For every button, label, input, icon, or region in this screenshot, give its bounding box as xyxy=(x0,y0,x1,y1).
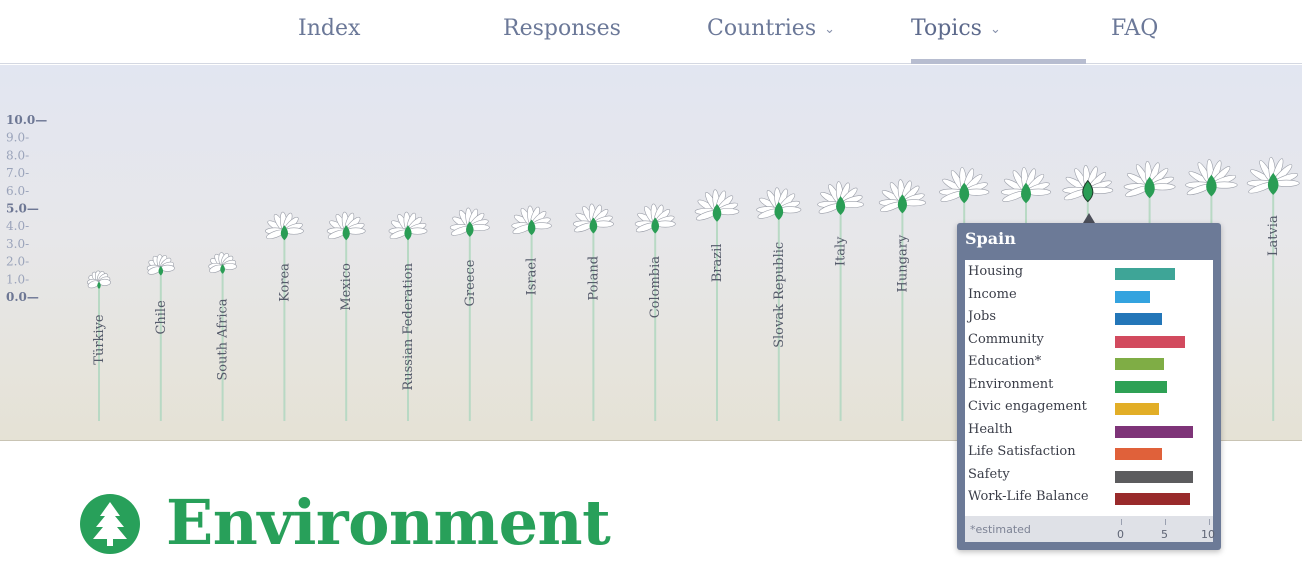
scale-tick xyxy=(1121,519,1122,525)
tooltip-row: Community xyxy=(965,330,1213,352)
tooltip-row: Housing xyxy=(965,262,1213,284)
tooltip-row-label: Housing xyxy=(968,264,1024,279)
tree-icon xyxy=(80,494,140,554)
tooltip-row-label: Education* xyxy=(968,354,1042,369)
tooltip-row-label: Community xyxy=(968,331,1044,347)
tooltip-row: Health xyxy=(965,420,1213,442)
tooltip-row-bar xyxy=(1115,493,1190,505)
nav-faq[interactable]: FAQ xyxy=(1111,16,1158,41)
tooltip-row: Income xyxy=(965,285,1213,307)
tooltip-row: Environment xyxy=(965,375,1213,397)
country-label: Mexico xyxy=(339,263,354,311)
tooltip-row-bar xyxy=(1115,470,1193,483)
y-axis-tick: 1.0- xyxy=(6,272,29,286)
tooltip-row-label: Work-Life Balance xyxy=(968,489,1089,504)
country-label: Colombia xyxy=(648,256,663,319)
scale-label-5: 5 xyxy=(1161,528,1168,541)
tooltip-row-bar xyxy=(1115,358,1164,370)
tooltip-row: Safety xyxy=(965,465,1213,487)
country-label: Chile xyxy=(154,300,169,335)
tooltip-row: Civic engagement xyxy=(965,397,1213,419)
tooltip-row-bar xyxy=(1115,403,1160,415)
y-axis-tick: 10.0— xyxy=(6,113,47,127)
flower-mexico xyxy=(326,211,366,421)
chevron-down-icon: ⌄ xyxy=(989,21,1001,37)
nav-countries[interactable]: Countries ⌄ xyxy=(707,16,835,41)
tooltip-row-bar xyxy=(1115,268,1176,280)
flower-brazil xyxy=(694,189,740,421)
tooltip-row-label: Environment xyxy=(968,376,1054,392)
y-axis-tick: 3.0- xyxy=(6,237,29,251)
country-label: Latvia xyxy=(1266,215,1281,256)
y-axis-tick: 5.0— xyxy=(6,202,39,216)
country-label: Greece xyxy=(463,259,478,306)
tooltip-footer: *estimated 0 5 10 xyxy=(965,516,1215,542)
page-title: Environment xyxy=(166,486,611,559)
y-axis-tick: 8.0- xyxy=(6,148,29,162)
nav-index[interactable]: Index xyxy=(298,16,360,41)
tooltip-row-label: Life Satisfaction xyxy=(968,444,1076,459)
scale-tick xyxy=(1209,519,1210,525)
tooltip-row-label: Civic engagement xyxy=(968,399,1087,414)
tooltip-row-label: Safety xyxy=(968,466,1010,482)
nav-responses-label: Responses xyxy=(503,16,621,41)
flower-latvia xyxy=(1246,156,1300,421)
tooltip-row-label: Health xyxy=(968,421,1013,437)
country-label: Türkiye xyxy=(92,314,107,365)
flower-hungary xyxy=(878,179,926,421)
tooltip-row-label: Income xyxy=(968,286,1017,302)
nav-responses[interactable]: Responses xyxy=(503,16,621,41)
country-label: Hungary xyxy=(895,234,910,292)
tooltip-row: Life Satisfaction xyxy=(965,442,1213,464)
flower-petal xyxy=(98,278,111,286)
flower-israel xyxy=(511,205,552,421)
flower-greece xyxy=(449,207,490,421)
country-label: Italy xyxy=(834,236,849,266)
scale-tick xyxy=(1165,519,1166,525)
tooltip-row: Jobs xyxy=(965,307,1213,329)
tooltip-row-bar xyxy=(1115,380,1167,393)
y-axis-tick: 9.0- xyxy=(6,131,29,145)
country-label: Slovak Republic xyxy=(772,242,787,348)
tooltip-row-bar xyxy=(1115,313,1163,325)
nav-topics-label: Topics xyxy=(911,16,982,41)
chevron-down-icon: ⌄ xyxy=(824,21,836,37)
country-label: Korea xyxy=(277,263,292,302)
nav-faq-label: FAQ xyxy=(1111,16,1159,41)
country-label: Russian Federation xyxy=(401,262,416,390)
nav-countries-label: Countries xyxy=(707,16,817,41)
tooltip-pointer xyxy=(1083,213,1095,223)
flower-korea xyxy=(264,211,304,421)
flower-poland xyxy=(572,203,614,421)
tooltip-note: *estimated xyxy=(970,523,1031,536)
tooltip-row-bar xyxy=(1115,335,1186,348)
scale-label-10: 10 xyxy=(1201,528,1215,541)
tooltip-row-bar xyxy=(1115,448,1163,460)
nav-topics[interactable]: Topics ⌄ xyxy=(911,16,1001,41)
country-label: Brazil xyxy=(710,244,725,283)
tooltip-row: Work-Life Balance xyxy=(965,487,1213,509)
country-tooltip: Spain Housing Income Jobs Community Educatio… xyxy=(957,223,1221,550)
tooltip-row-bar xyxy=(1115,425,1193,438)
tooltip-title: Spain xyxy=(965,229,1016,248)
flower-chile xyxy=(146,254,175,421)
tooltip-row: Education* xyxy=(965,352,1213,374)
country-label: South Africa xyxy=(216,298,231,380)
country-label: Israel xyxy=(525,258,540,296)
y-axis-tick: 2.0- xyxy=(6,255,29,269)
y-axis-tick: 7.0- xyxy=(6,166,29,180)
tooltip-row-bar xyxy=(1115,290,1150,303)
flower-italy xyxy=(817,181,864,421)
y-axis-tick: 4.0- xyxy=(6,219,29,233)
y-axis-tick: 6.0- xyxy=(6,184,29,198)
tooltip-row-label: Jobs xyxy=(968,309,997,324)
nav-index-label: Index xyxy=(298,16,361,41)
active-tab-indicator xyxy=(911,59,1086,64)
tooltip-body: Housing Income Jobs Community Education* Envi… xyxy=(965,260,1213,516)
country-label: Poland xyxy=(586,256,601,301)
y-axis-tick: 0.0— xyxy=(6,290,39,304)
top-nav: Index Responses Countries ⌄ Topics ⌄ FAQ xyxy=(0,0,1302,64)
scale-label-0: 0 xyxy=(1117,528,1124,541)
